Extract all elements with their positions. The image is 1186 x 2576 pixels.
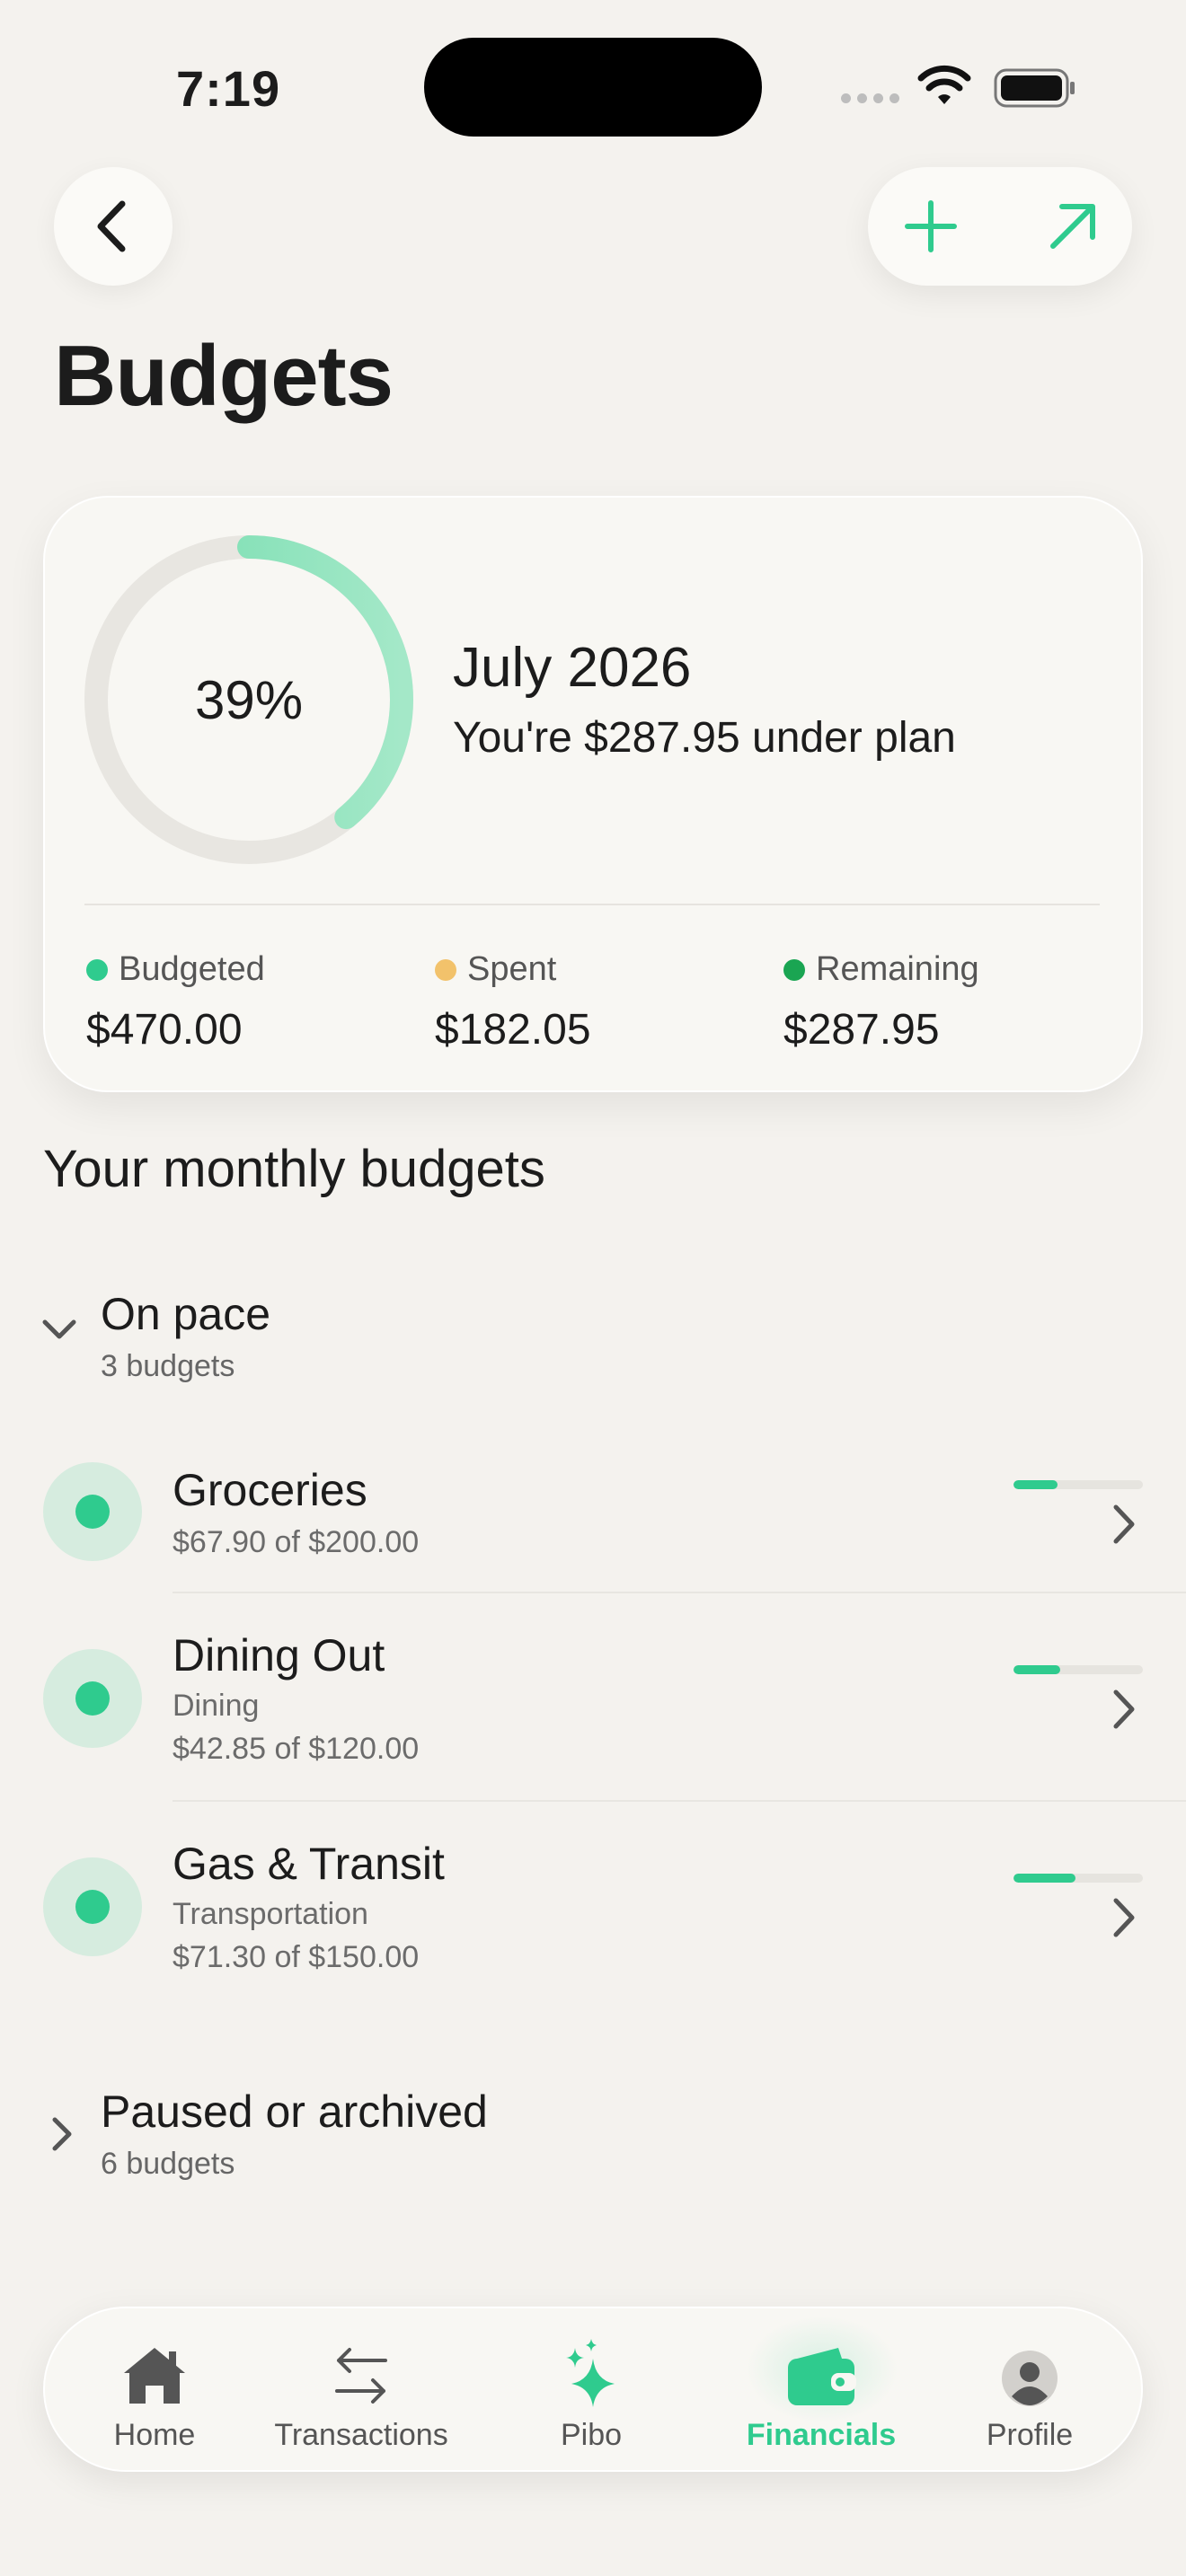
cellular-signal-icon (841, 93, 899, 103)
chevron-right-icon[interactable] (1111, 1502, 1137, 1547)
tab-label: Profile (986, 2418, 1074, 2452)
section-title: Your monthly budgets (43, 1140, 545, 1198)
stat-label: Remaining (816, 950, 979, 988)
group-paused-count: 6 budgets (101, 2147, 235, 2181)
budgeted-dot (86, 958, 108, 981)
tab-financials[interactable]: Financials (713, 2326, 929, 2453)
tab-transactions[interactable]: Transactions (253, 2326, 469, 2453)
home-icon (124, 2348, 185, 2404)
wallet-icon (788, 2348, 856, 2405)
tab-label: Financials (746, 2418, 897, 2452)
remaining-dot (783, 958, 805, 981)
chevron-right-icon[interactable] (49, 2114, 75, 2154)
transfer-arrows-icon (335, 2348, 387, 2404)
chevron-left-icon (97, 200, 126, 252)
chevron-right-icon[interactable] (1111, 1895, 1137, 1940)
card-divider (84, 904, 1100, 905)
groceries-status-icon (43, 1462, 142, 1561)
budget-progress-bar (1013, 1874, 1143, 1883)
stat-label: Spent (467, 950, 557, 988)
spent-dot (435, 958, 456, 981)
plus-icon (905, 200, 957, 252)
tab-label: Transactions (274, 2418, 448, 2452)
group-on-pace-title[interactable]: On pace (101, 1288, 270, 1340)
budget-name-gas-transit[interactable]: Gas & Transit (173, 1838, 445, 1890)
row-divider (173, 1592, 1186, 1593)
stat-budgeted: Budgeted $470.00 (86, 950, 265, 1054)
chevron-down-icon[interactable] (40, 1315, 79, 1342)
arrow-up-right-icon (1050, 204, 1095, 249)
battery-icon (994, 68, 1075, 108)
chevron-right-icon[interactable] (1111, 1687, 1137, 1732)
summary-month: July 2026 (453, 637, 692, 699)
budget-name-groceries[interactable]: Groceries (173, 1464, 367, 1516)
page-title: Budgets (54, 328, 394, 424)
status-time: 7:19 (176, 60, 281, 117)
tab-pibo[interactable]: Pibo (483, 2326, 699, 2453)
transit-status-icon (43, 1857, 142, 1956)
stat-value: $287.95 (783, 1006, 940, 1054)
back-button[interactable] (54, 167, 173, 286)
dining-status-icon (43, 1649, 142, 1748)
group-paused-title[interactable]: Paused or archived (101, 2086, 488, 2138)
tab-profile[interactable]: Profile (922, 2326, 1137, 2453)
group-on-pace-count: 3 budgets (101, 1349, 235, 1383)
budget-amount: $42.85 of $120.00 (173, 1732, 420, 1766)
budget-name-dining-out[interactable]: Dining Out (173, 1629, 385, 1681)
stat-remaining: Remaining $287.95 (783, 950, 979, 1054)
summary-status: You're $287.95 under plan (453, 714, 956, 762)
stat-value: $182.05 (435, 1006, 591, 1054)
budget-amount: $71.30 of $150.00 (173, 1940, 420, 1974)
stat-label: Budgeted (119, 950, 265, 988)
row-divider (173, 1800, 1186, 1802)
wifi-icon (917, 65, 971, 104)
stat-value: $470.00 (86, 1006, 243, 1054)
budget-progress-bar (1013, 1480, 1143, 1489)
profile-icon (1002, 2351, 1058, 2406)
open-external-button[interactable] (1026, 180, 1120, 273)
budget-category: Dining (173, 1689, 260, 1723)
sparkle-icon (566, 2339, 615, 2407)
tab-home[interactable]: Home (47, 2326, 262, 2453)
progress-percent: 39% (194, 669, 304, 730)
budget-amount: $67.90 of $200.00 (173, 1525, 420, 1559)
budget-category: Transportation (173, 1897, 368, 1931)
tab-label: Home (113, 2418, 196, 2452)
tab-label: Pibo (560, 2418, 623, 2452)
dynamic-island (424, 38, 762, 137)
add-budget-button[interactable] (884, 180, 978, 273)
budget-progress-bar (1013, 1665, 1143, 1674)
stat-spent: Spent $182.05 (435, 950, 591, 1054)
